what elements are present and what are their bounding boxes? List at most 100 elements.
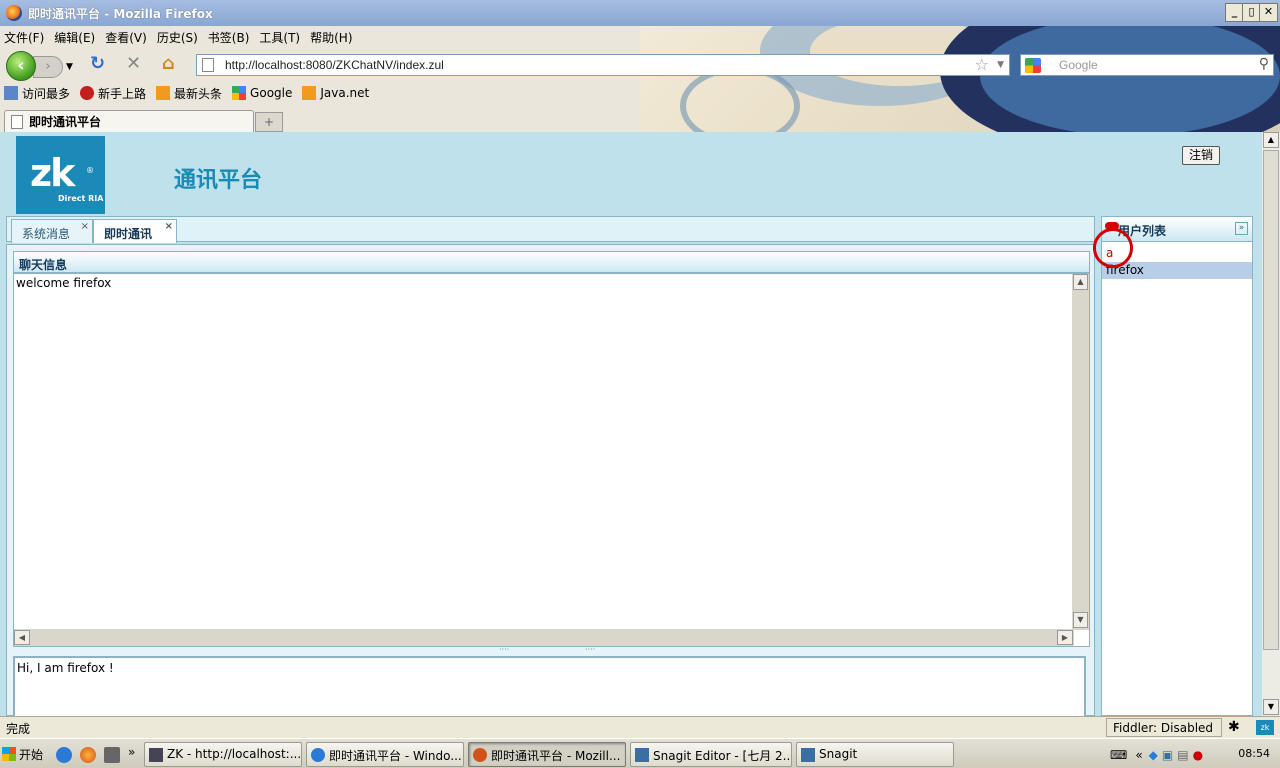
chat-log: welcome firefox ▲ ▼ ◀ ▶ xyxy=(13,273,1090,647)
google-icon xyxy=(232,86,247,100)
web-app: zk ® Direct RIA 通讯平台 注销 系统消息 × 即时通讯 × 聊天信息… xyxy=(0,132,1262,716)
page-icon xyxy=(202,58,214,72)
status-text: 完成 xyxy=(6,722,31,736)
firebug-icon[interactable]: ✱ xyxy=(1228,719,1240,735)
menu-history[interactable]: 历史(S) xyxy=(157,29,198,46)
message-input-value: Hi, I am firefox ! xyxy=(17,661,114,675)
user-list-panel: 用户列表 » a firefox xyxy=(1101,216,1253,716)
tab-close-icon[interactable]: × xyxy=(81,221,89,232)
tabbox: 系统消息 × 即时通讯 × xyxy=(6,216,1095,243)
app-title: 通讯平台 xyxy=(174,168,263,193)
search-icon[interactable]: ⚲ xyxy=(1259,56,1269,72)
chat-vertical-scrollbar[interactable]: ▲ ▼ xyxy=(1072,274,1089,630)
scroll-thumb[interactable] xyxy=(1263,150,1279,650)
chat-header: 聊天信息 xyxy=(13,251,1090,273)
scroll-down-icon[interactable]: ▼ xyxy=(1073,612,1088,628)
browser-tab[interactable]: 即时通讯平台 xyxy=(4,110,254,132)
logout-button[interactable]: 注销 xyxy=(1182,146,1220,165)
ie-icon xyxy=(311,748,325,762)
url-dropdown-icon[interactable]: ▼ xyxy=(997,60,1004,70)
clock: 08:54 xyxy=(1238,747,1270,760)
menu-bar: 文件(F) 编辑(E) 查看(V) 历史(S) 书签(B) 工具(T) 帮助(H… xyxy=(0,26,363,48)
menu-file[interactable]: 文件(F) xyxy=(4,29,44,46)
nav-bar: › ‹ ▼ ↻ ✕ ⌂ http://localhost:8080/ZKChat… xyxy=(0,48,1280,81)
keyboard-icon[interactable]: ⌨ xyxy=(1110,748,1127,762)
menu-tools[interactable]: 工具(T) xyxy=(259,29,300,46)
message-input[interactable]: Hi, I am firefox ! xyxy=(13,656,1086,716)
tray-app-icon[interactable]: ◆ xyxy=(1149,748,1158,762)
tray-app-icon[interactable]: ▣ xyxy=(1162,748,1173,762)
tab-instant-messaging[interactable]: 即时通讯 × xyxy=(93,219,177,243)
url-text: http://localhost:8080/ZKChatNV/index.zul xyxy=(225,58,444,72)
bookmark-most-visited[interactable]: 访问最多 xyxy=(4,85,70,102)
google-engine-icon[interactable] xyxy=(1025,58,1041,73)
bookmark-google[interactable]: Google xyxy=(232,86,292,100)
stop-icon[interactable]: ✕ xyxy=(126,54,141,74)
scroll-right-icon[interactable]: ▶ xyxy=(1057,630,1073,645)
tray-expand-icon[interactable]: « xyxy=(1135,748,1142,762)
bookmark-getting-started[interactable]: 新手上路 xyxy=(80,85,146,102)
close-button[interactable]: ✕ xyxy=(1259,3,1278,22)
bookmark-star-icon[interactable]: ☆ xyxy=(975,55,989,74)
window-titlebar: 即时通讯平台 - Mozilla Firefox _ ▯ ✕ xyxy=(0,0,1280,26)
splitter-handle[interactable]: ···· ···· xyxy=(13,646,1090,655)
back-button[interactable]: ‹ xyxy=(6,51,36,81)
task-firefox[interactable]: 即时通讯平台 - Mozill... xyxy=(468,742,626,767)
browser-chrome: 文件(F) 编辑(E) 查看(V) 历史(S) 书签(B) 工具(T) 帮助(H… xyxy=(0,26,1280,132)
folder-icon xyxy=(4,86,18,100)
fiddler-status[interactable]: Fiddler: Disabled xyxy=(1106,718,1222,737)
rss-icon xyxy=(156,86,171,100)
menu-bookmarks[interactable]: 书签(B) xyxy=(208,29,250,46)
scroll-left-icon[interactable]: ◀ xyxy=(14,630,30,645)
chat-horizontal-scrollbar[interactable]: ◀ ▶ xyxy=(14,629,1074,646)
task-snagit[interactable]: Snagit xyxy=(796,742,954,767)
bookmark-java-net[interactable]: Java.net xyxy=(302,86,369,100)
new-tab-button[interactable]: + xyxy=(255,112,283,132)
bookmarks-toolbar: 访问最多 新手上路 最新头条 Google Java.net xyxy=(0,82,379,104)
bookmark-latest-headlines[interactable]: 最新头条 xyxy=(156,85,222,102)
user-list-item[interactable]: firefox xyxy=(1102,262,1252,279)
task-zk[interactable]: ZK - http://localhost:... xyxy=(144,742,302,767)
search-box[interactable]: Google ⚲ xyxy=(1020,54,1274,76)
forward-button[interactable]: › xyxy=(33,56,63,78)
tray-app-icon[interactable]: ● xyxy=(1193,748,1203,762)
history-dropdown-icon[interactable]: ▼ xyxy=(66,62,73,72)
scroll-down-icon[interactable]: ▼ xyxy=(1263,699,1279,715)
page-vertical-scrollbar[interactable]: ▲ ▼ xyxy=(1262,132,1280,716)
bookmark-icon xyxy=(80,86,95,100)
browser-tabstrip: 即时通讯平台 + xyxy=(0,108,1280,132)
chat-panel: 聊天信息 welcome firefox ▲ ▼ ◀ ▶ ···· ···· Hi… xyxy=(6,244,1095,716)
scroll-up-icon[interactable]: ▲ xyxy=(1263,132,1279,148)
firefox-icon[interactable] xyxy=(80,747,96,763)
menu-view[interactable]: 查看(V) xyxy=(105,29,147,46)
quicklaunch-more-icon[interactable]: » xyxy=(128,745,135,759)
menu-help[interactable]: 帮助(H) xyxy=(310,29,352,46)
windows-flag-icon xyxy=(2,747,16,761)
home-icon[interactable]: ⌂ xyxy=(162,54,175,74)
firefox-icon xyxy=(6,5,22,21)
address-bar[interactable]: http://localhost:8080/ZKChatNV/index.zul… xyxy=(196,54,1010,76)
desktop-icon[interactable] xyxy=(104,747,120,763)
start-button[interactable]: 开始 xyxy=(2,742,48,766)
tab-system-messages[interactable]: 系统消息 × xyxy=(11,219,93,243)
menu-edit[interactable]: 编辑(E) xyxy=(54,29,95,46)
tray-app-icon[interactable]: ▤ xyxy=(1177,748,1188,762)
app-header: zk ® Direct RIA 通讯平台 注销 xyxy=(0,132,1262,216)
snagit-icon xyxy=(635,748,649,762)
collapse-panel-icon[interactable]: » xyxy=(1235,222,1248,235)
search-placeholder: Google xyxy=(1059,58,1098,72)
zk-logo: zk ® Direct RIA xyxy=(16,136,105,214)
scroll-up-icon[interactable]: ▲ xyxy=(1073,274,1088,290)
tab-close-icon[interactable]: × xyxy=(165,221,173,232)
task-snagit-editor[interactable]: Snagit Editor - [七月 2... xyxy=(630,742,792,767)
taskbar: 开始 » ZK - http://localhost:... 即时通讯平台 - … xyxy=(0,738,1280,768)
window-title: 即时通讯平台 - Mozilla Firefox xyxy=(28,7,213,21)
task-ie[interactable]: 即时通讯平台 - Windo... xyxy=(306,742,464,767)
ie-icon[interactable] xyxy=(56,747,72,763)
app-icon xyxy=(149,748,163,762)
zk-addon-icon[interactable]: zk xyxy=(1256,720,1274,735)
page-icon xyxy=(11,114,23,129)
chat-message: welcome firefox xyxy=(16,276,112,290)
reload-icon[interactable]: ↻ xyxy=(90,54,105,74)
snagit-icon xyxy=(801,748,815,762)
